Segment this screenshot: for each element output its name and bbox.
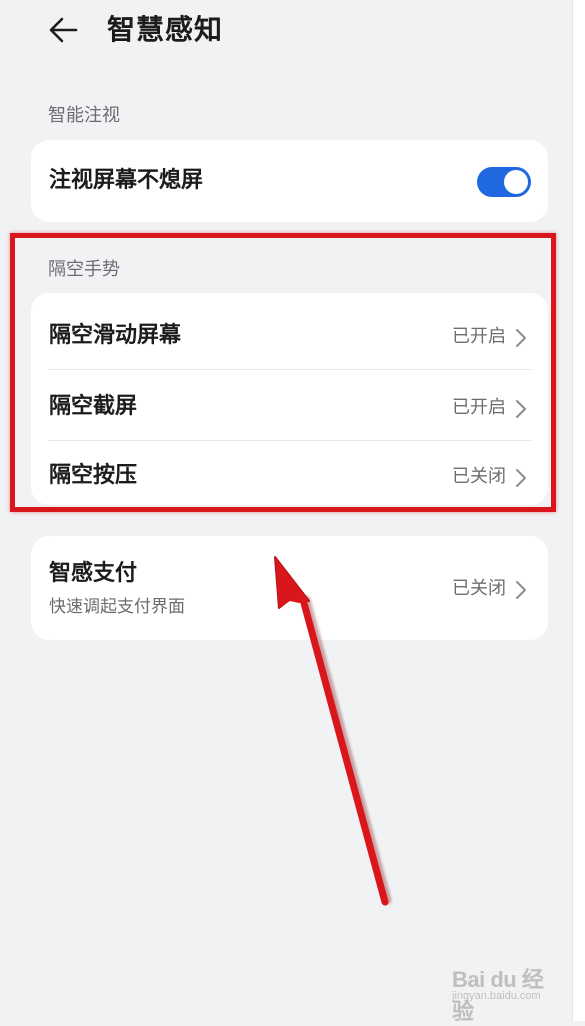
right-edge-panel: [572, 0, 585, 1021]
watermark-url: jingyan.baidu.com: [452, 990, 541, 1002]
row-title: 注视屏幕不熄屏: [49, 168, 204, 193]
chevron-right-icon: [516, 581, 526, 599]
page-title: 智慧感知: [107, 13, 224, 46]
watermark-logo: Bai du 经验 jingyan.baidu.com: [448, 962, 558, 1024]
row-subtitle: 快速调起支付界面: [49, 597, 185, 617]
section-label-gaze: 智能注视: [48, 105, 120, 126]
gaze-card: 注视屏幕不熄屏: [31, 140, 548, 222]
header: 智慧感知: [0, 0, 573, 60]
back-button[interactable]: [42, 10, 86, 50]
toggle-knob: [504, 170, 528, 194]
back-arrow-icon: [49, 17, 78, 43]
row-status: 已关闭: [452, 578, 506, 599]
annotation-arrow-icon: [274, 556, 392, 906]
row-title: 智感支付: [49, 561, 138, 586]
row-gaze-keep-screen-on[interactable]: 注视屏幕不熄屏: [31, 140, 548, 222]
annotation-highlight-box: [10, 233, 556, 512]
gaze-toggle-switch[interactable]: [477, 167, 531, 197]
